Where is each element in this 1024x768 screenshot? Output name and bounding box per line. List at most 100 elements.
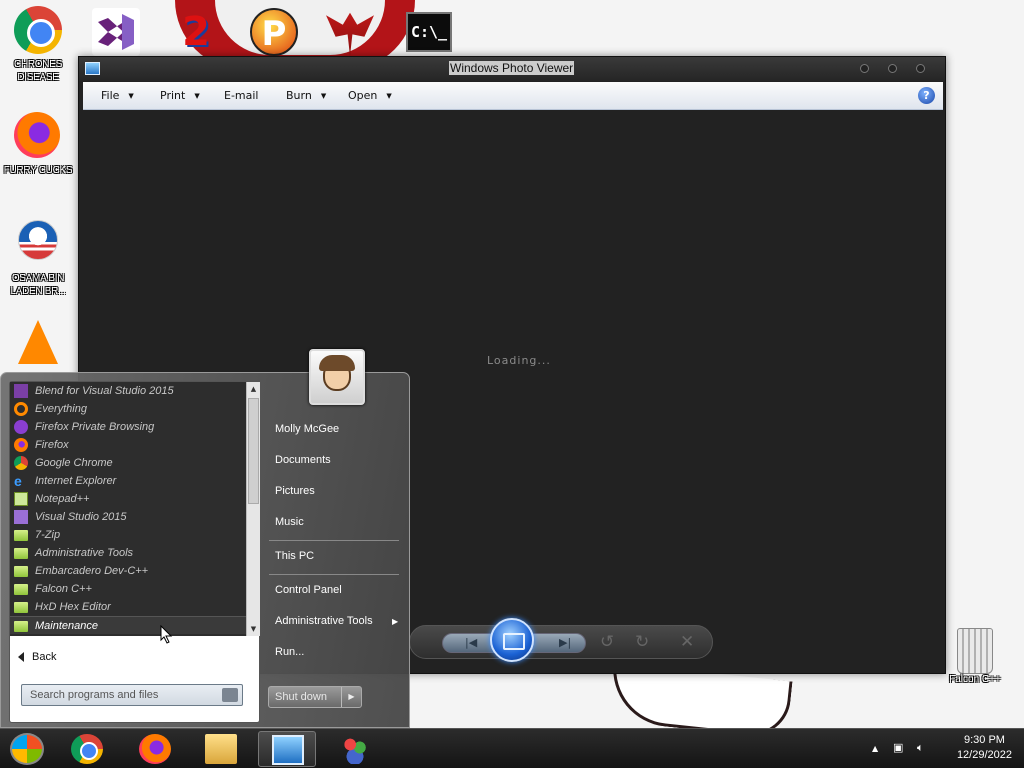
program-item[interactable]: Embarcadero Dev-C++: [10, 562, 246, 580]
vlc-icon: [18, 320, 58, 364]
previous-icon: |◀: [465, 636, 478, 649]
file-explorer-icon: [205, 734, 237, 764]
clock-date: 12/29/2022: [956, 749, 1012, 761]
clock-time: 9:30 PM: [963, 734, 1005, 746]
documents-link[interactable]: Documents: [275, 454, 331, 466]
shutdown-button[interactable]: Shut down ▶: [268, 686, 362, 708]
scroll-down-icon[interactable]: ▼: [247, 622, 260, 636]
window-title: Windows Photo Viewer: [449, 61, 575, 75]
blend-icon: [14, 384, 28, 398]
taskbar-people-button[interactable]: [326, 731, 384, 767]
desktop-icon-chrome[interactable]: CHRONES DISEASE: [0, 6, 76, 84]
administrative-tools-link[interactable]: Administrative Tools: [275, 615, 373, 627]
program-item-selected[interactable]: Maintenance: [10, 616, 246, 634]
back-arrow-icon: [18, 652, 24, 663]
this-pc-link[interactable]: This PC: [275, 550, 314, 562]
back-button[interactable]: Back: [18, 651, 56, 663]
desktop-icon-recycle-bin[interactable]: Falcon C++: [944, 628, 1006, 685]
close-button[interactable]: [916, 64, 925, 73]
menu-print[interactable]: Print ▼: [160, 89, 200, 102]
menu-bar: File ▼ Print ▼ E-mail Burn ▼ Open ▼ ?: [83, 82, 943, 110]
folder-icon: [14, 621, 28, 632]
program-label: Falcon C++: [35, 583, 92, 595]
avatar[interactable]: [309, 349, 365, 405]
volume-icon[interactable]: 🔈︎: [917, 741, 924, 755]
help-icon[interactable]: ?: [918, 87, 935, 104]
program-list: Blend for Visual Studio 2015 Everything …: [10, 382, 246, 636]
menu-burn[interactable]: Burn ▼: [286, 89, 326, 102]
program-item[interactable]: Firefox Private Browsing: [10, 418, 246, 436]
folder-icon: [14, 602, 28, 613]
desktop-icon-obama[interactable]: OSAMA BIN LADEN BR...: [0, 216, 76, 298]
folder-icon: [14, 548, 28, 559]
taskbar-explorer-button[interactable]: [192, 731, 250, 767]
program-item[interactable]: HxD Hex Editor: [10, 598, 246, 616]
divider: [269, 574, 399, 575]
photo-viewer-icon: [272, 735, 304, 765]
music-link[interactable]: Music: [275, 516, 304, 528]
folder-icon: [14, 584, 28, 595]
maximize-button[interactable]: [888, 64, 897, 73]
program-label: Internet Explorer: [35, 475, 117, 487]
shutdown-options-button[interactable]: ▶: [341, 687, 361, 707]
title-bar[interactable]: Windows Photo Viewer: [79, 57, 945, 81]
minimize-button[interactable]: [860, 64, 869, 73]
people-icon: [339, 734, 371, 764]
chevron-down-icon: ▼: [128, 92, 134, 100]
recycle-bin-icon: [957, 628, 993, 674]
taskbar-firefox-button[interactable]: [126, 731, 184, 767]
show-hidden-icons-icon[interactable]: ▲: [872, 744, 878, 753]
program-list-scrollbar[interactable]: ▲ ▼: [246, 382, 260, 636]
desktop-icon-label: CHRONES DISEASE: [14, 59, 62, 83]
program-label: 7-Zip: [35, 529, 61, 541]
program-item[interactable]: Falcon C++: [10, 580, 246, 598]
search-icon[interactable]: [222, 688, 238, 702]
desktop-icon-label: Falcon C++: [949, 674, 1001, 685]
user-folder-link[interactable]: Molly McGee: [275, 423, 339, 435]
program-item[interactable]: Blend for Visual Studio 2015: [10, 382, 246, 400]
photo-viewer-icon: [85, 62, 100, 75]
program-item[interactable]: 7-Zip: [10, 526, 246, 544]
chrome-icon: [71, 734, 103, 764]
scroll-up-icon[interactable]: ▲: [247, 382, 260, 396]
taskbar-chrome-button[interactable]: [58, 731, 116, 767]
program-item[interactable]: Notepad++: [10, 490, 246, 508]
start-menu-left-pane: Blend for Visual Studio 2015 Everything …: [9, 381, 260, 723]
menu-file[interactable]: File ▼: [101, 89, 134, 102]
rotate-right-icon[interactable]: ↻: [635, 632, 649, 652]
delete-icon[interactable]: ✕: [680, 632, 694, 652]
network-icon[interactable]: ▣: [893, 741, 903, 754]
obama-logo-icon: [18, 220, 58, 260]
program-item[interactable]: e Internet Explorer: [10, 472, 246, 490]
clock[interactable]: 9:30 PM 12/29/2022: [957, 733, 1012, 763]
pictures-link[interactable]: Pictures: [275, 485, 315, 497]
program-item[interactable]: Administrative Tools: [10, 544, 246, 562]
p-ball-icon[interactable]: P: [250, 8, 298, 56]
rotate-left-icon[interactable]: ↺: [600, 632, 614, 652]
scroll-thumb[interactable]: [248, 398, 259, 504]
search-box: [21, 684, 243, 706]
next-icon: ▶|: [559, 636, 572, 649]
desktop-icon-firefox[interactable]: FURRY CUCKS: [0, 112, 76, 177]
visual-studio-icon[interactable]: [92, 8, 140, 56]
desktop-icon-vlc[interactable]: [0, 318, 76, 368]
start-button[interactable]: [10, 733, 44, 765]
program-item[interactable]: Visual Studio 2015: [10, 508, 246, 526]
program-item[interactable]: Firefox: [10, 436, 246, 454]
taskbar-photo-viewer-button[interactable]: [258, 731, 316, 767]
program-item[interactable]: Everything: [10, 400, 246, 418]
menu-label: E-mail: [224, 89, 259, 102]
slideshow-button[interactable]: [490, 618, 534, 662]
loading-status: Loading...: [487, 354, 551, 367]
run-link[interactable]: Run...: [275, 646, 304, 658]
chrome-icon: [14, 456, 28, 470]
command-prompt-icon[interactable]: C:\_: [406, 12, 452, 52]
control-panel-link[interactable]: Control Panel: [275, 584, 342, 596]
search-input[interactable]: [22, 685, 218, 705]
shutdown-label: Shut down: [275, 691, 327, 703]
menu-open[interactable]: Open ▼: [348, 89, 392, 102]
quake2-icon[interactable]: 2: [172, 8, 220, 56]
program-item[interactable]: Google Chrome: [10, 454, 246, 472]
menu-email[interactable]: E-mail: [224, 89, 259, 102]
program-label: Notepad++: [35, 493, 90, 505]
